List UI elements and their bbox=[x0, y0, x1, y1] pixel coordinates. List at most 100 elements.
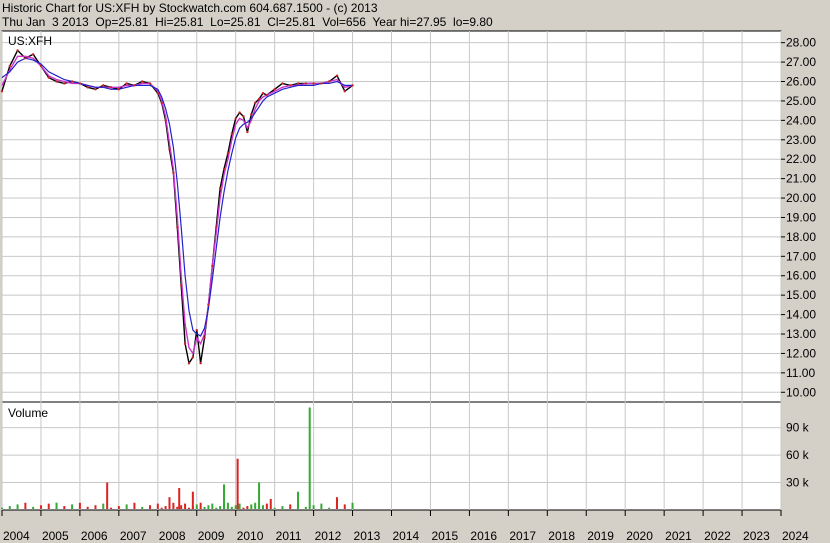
close-price-point bbox=[31, 53, 35, 56]
volume-bar bbox=[226, 502, 229, 509]
volume-bar bbox=[86, 506, 89, 509]
volume-bar bbox=[149, 505, 152, 509]
year-tick-label: 2023 bbox=[743, 529, 770, 543]
year-tick-label: 2010 bbox=[237, 529, 264, 543]
close-price-point bbox=[125, 82, 128, 85]
grid bbox=[1, 31, 782, 510]
close-price-point bbox=[246, 130, 249, 134]
close-price-point bbox=[39, 64, 43, 68]
year-tick-label: 2008 bbox=[159, 529, 186, 543]
price-tick-label: 17.00 bbox=[786, 249, 816, 263]
close-price-point bbox=[109, 86, 113, 89]
close-price-point bbox=[304, 82, 308, 85]
close-price-point bbox=[230, 132, 234, 136]
close-price-point bbox=[203, 336, 206, 340]
volume-bar bbox=[63, 506, 66, 509]
price-tick-label: 25.00 bbox=[786, 94, 816, 108]
close-price-point bbox=[327, 80, 331, 83]
price-tick-label: 20.00 bbox=[786, 191, 816, 205]
volume-bar bbox=[178, 488, 181, 509]
price-tick-label: 19.00 bbox=[786, 210, 816, 224]
close-price-point bbox=[156, 91, 159, 95]
volume-bar bbox=[328, 507, 331, 509]
volume-bar bbox=[16, 504, 19, 509]
volume-bar bbox=[55, 502, 58, 509]
close-price-point bbox=[207, 303, 210, 307]
price-tick-label: 22.00 bbox=[786, 152, 816, 166]
volume-bar bbox=[1, 507, 3, 509]
volume-bar bbox=[211, 503, 214, 509]
close-price-point bbox=[86, 86, 89, 89]
price-tick-label: 23.00 bbox=[786, 133, 816, 147]
volume-bar bbox=[230, 506, 233, 509]
year-tick-label: 2007 bbox=[120, 529, 147, 543]
close-price-point bbox=[55, 80, 58, 83]
close-price-point bbox=[242, 115, 245, 118]
volume-bar bbox=[308, 407, 311, 509]
price-tick-label: 26.00 bbox=[786, 75, 816, 89]
close-price-point bbox=[273, 88, 276, 91]
close-price-point bbox=[179, 284, 183, 287]
close-price-point bbox=[47, 76, 50, 79]
year-tick-label: 2006 bbox=[81, 529, 108, 543]
close-price-point bbox=[238, 111, 241, 114]
volume-bar bbox=[133, 502, 136, 509]
close-price-point bbox=[335, 74, 339, 77]
year-tick-label: 2021 bbox=[665, 529, 692, 543]
volume-bar bbox=[32, 506, 35, 509]
price-tick-label: 27.00 bbox=[786, 55, 816, 69]
volume-bar bbox=[207, 505, 210, 509]
volume-bar bbox=[242, 507, 245, 509]
volume-bar bbox=[261, 505, 264, 509]
year-axis-ticks: 2004 2005 2006 2007 2008 2009 2010 2011 2012 2013… bbox=[1, 510, 809, 543]
close-price-point bbox=[70, 80, 74, 83]
close-price-point bbox=[234, 117, 237, 120]
volume-tick-label: 60 k bbox=[786, 448, 810, 462]
close-price-point bbox=[187, 361, 191, 365]
volume-bar bbox=[94, 505, 97, 509]
close-price-point bbox=[78, 82, 82, 85]
volume-bar bbox=[320, 503, 323, 509]
volume-bar bbox=[335, 497, 338, 509]
year-tick-label: 2011 bbox=[276, 529, 302, 543]
volume-tick-label: 90 k bbox=[786, 421, 810, 435]
volume-bar bbox=[203, 506, 206, 509]
volume-bar bbox=[180, 505, 183, 509]
volume-bar bbox=[304, 506, 307, 509]
volume-bar bbox=[250, 504, 253, 509]
volume-bar bbox=[168, 497, 171, 509]
volume-bar bbox=[47, 503, 50, 509]
volume-bar bbox=[312, 505, 315, 509]
close-price-point bbox=[176, 225, 179, 229]
stock-chart: 28.00 27.00 26.00 25.00 24.00 23.00 22.00 21.00… bbox=[0, 30, 816, 543]
price-tick-label: 18.00 bbox=[786, 230, 816, 244]
volume-bar bbox=[141, 506, 144, 509]
year-tick-label: 2012 bbox=[315, 529, 342, 543]
volume-bar bbox=[184, 503, 187, 509]
volume-bar bbox=[223, 484, 226, 509]
close-price-point bbox=[102, 84, 105, 87]
close-price-point bbox=[24, 56, 27, 60]
close-price-point bbox=[257, 97, 261, 101]
year-tick-label: 2013 bbox=[354, 529, 381, 543]
volume-bar bbox=[172, 502, 175, 509]
volume-bar bbox=[160, 507, 163, 509]
year-tick-label: 2005 bbox=[42, 529, 69, 543]
price-tick-label: 16.00 bbox=[786, 269, 816, 283]
volume-bar bbox=[71, 504, 74, 509]
close-price-point bbox=[160, 101, 163, 105]
volume-bar bbox=[258, 482, 261, 509]
volume-bar bbox=[238, 503, 241, 509]
volume-bar bbox=[281, 506, 284, 509]
close-price-point bbox=[312, 82, 315, 85]
volume-bar bbox=[106, 482, 109, 509]
close-price-point bbox=[296, 82, 300, 85]
price-tick-label: 28.00 bbox=[786, 36, 816, 50]
volume-bar bbox=[176, 506, 179, 509]
volume-bar bbox=[289, 504, 292, 509]
year-tick-label: 2014 bbox=[393, 529, 420, 543]
volume-bar bbox=[199, 502, 202, 509]
volume-bar bbox=[164, 506, 167, 509]
volume-bar bbox=[191, 491, 194, 509]
volume-bar bbox=[110, 507, 113, 509]
